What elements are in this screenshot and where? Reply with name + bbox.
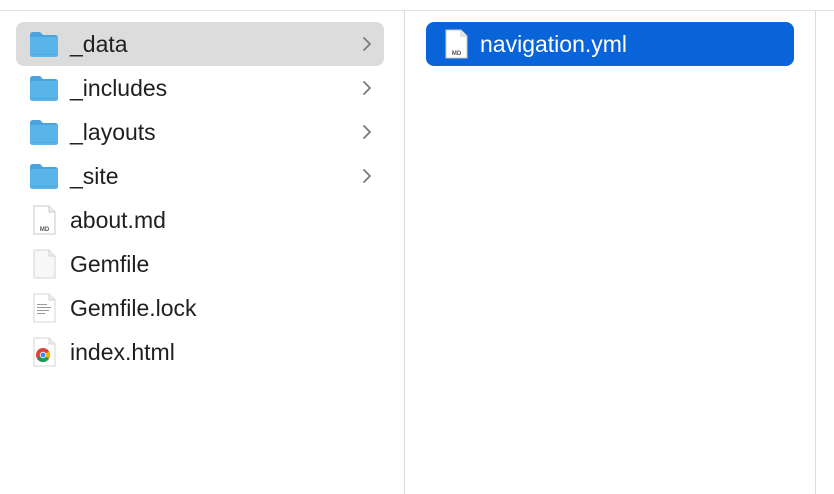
item-label: _includes <box>70 75 168 101</box>
list-item-index-html[interactable]: index.html <box>16 330 384 374</box>
text-file-icon <box>33 293 56 323</box>
item-label: navigation.yml <box>480 31 628 57</box>
column-preview <box>816 11 834 494</box>
item-label: about.md <box>70 207 166 233</box>
list-item-gemfile-lock[interactable]: Gemfile.lock <box>16 286 384 330</box>
item-label: index.html <box>70 339 175 365</box>
folder-icon <box>30 164 58 189</box>
svg-text:MD: MD <box>40 227 50 233</box>
item-label: _layouts <box>70 119 156 145</box>
list-item-navigation-yml[interactable]: MD navigation.yml <box>426 22 794 66</box>
svg-text:MD: MD <box>452 51 462 57</box>
markdown-file-icon: MD <box>33 205 56 235</box>
list-item-data-folder[interactable]: _data <box>16 22 384 66</box>
list-item-gemfile[interactable]: Gemfile <box>16 242 384 286</box>
list-item-includes-folder[interactable]: _includes <box>16 66 384 110</box>
list-item-site-folder[interactable]: _site <box>16 154 384 198</box>
chevron-right-icon <box>363 37 371 51</box>
chevron-right-icon <box>363 169 371 183</box>
folder-icon <box>30 76 58 101</box>
item-label: Gemfile.lock <box>70 295 197 321</box>
item-label: _site <box>70 163 119 189</box>
column-data-folder[interactable]: MD navigation.yml <box>405 11 815 494</box>
folder-icon <box>30 120 58 145</box>
finder-column-view: _data _includes _layouts _site MD about.… <box>0 0 834 494</box>
folder-icon <box>30 32 58 57</box>
chevron-right-icon <box>363 125 371 139</box>
chevron-right-icon <box>363 81 371 95</box>
list-item-about-md[interactable]: MD about.md <box>16 198 384 242</box>
column-project-root[interactable]: _data _includes _layouts _site MD about.… <box>0 11 404 494</box>
list-item-layouts-folder[interactable]: _layouts <box>16 110 384 154</box>
item-label: _data <box>70 31 128 57</box>
blank-file-icon <box>33 249 56 279</box>
markdown-file-icon: MD <box>445 29 468 59</box>
chrome-html-file-icon <box>33 337 56 367</box>
item-label: Gemfile <box>70 251 150 277</box>
